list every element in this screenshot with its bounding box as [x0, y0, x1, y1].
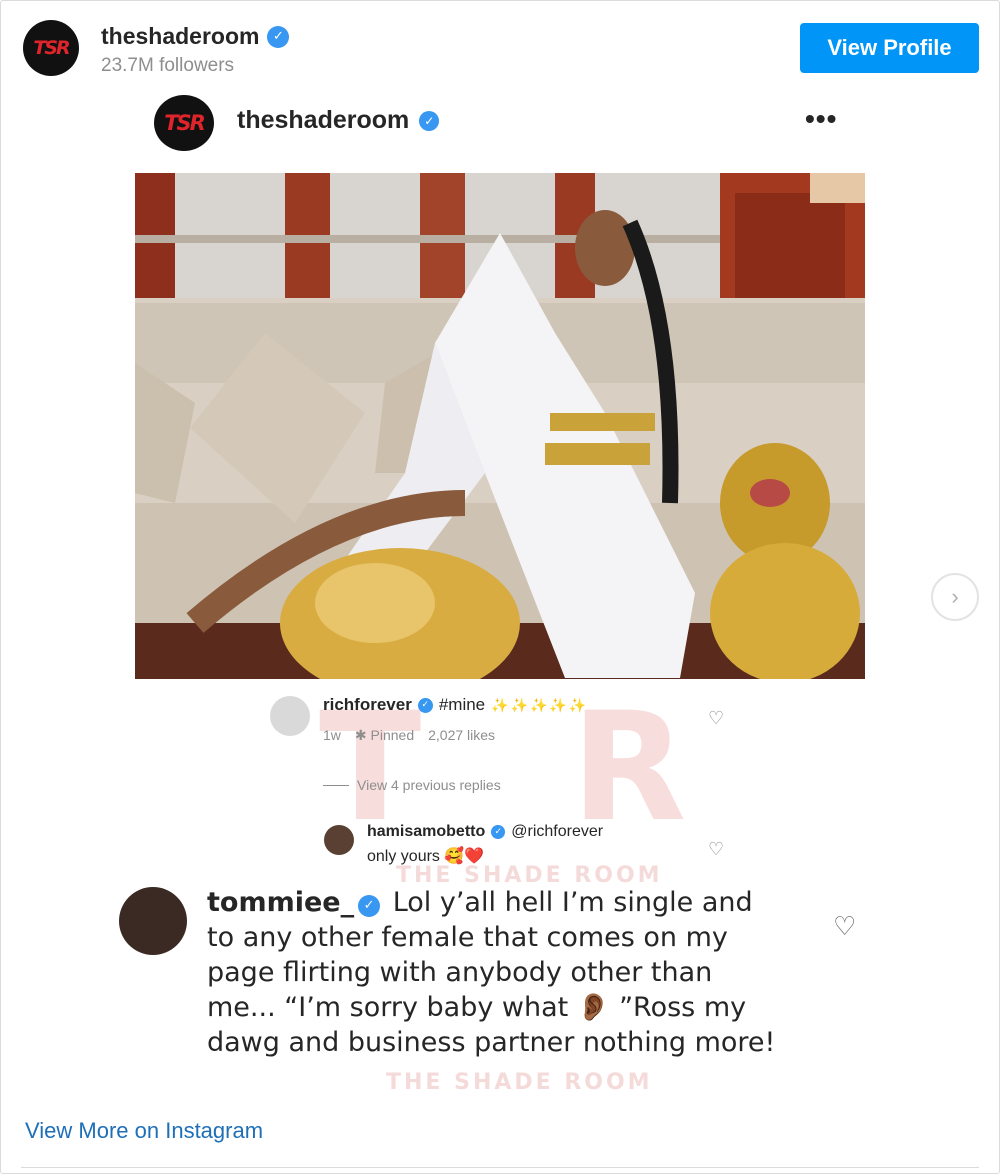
reply-line: hamisamobetto ✓ @richforever: [367, 823, 603, 841]
view-previous-replies[interactable]: View 4 previous replies: [323, 777, 501, 793]
heart-icon[interactable]: ♡: [708, 708, 724, 729]
view-profile-button[interactable]: View Profile: [800, 23, 979, 73]
ear-emoji: 👂🏾: [576, 992, 611, 1023]
reply-avatar[interactable]: [324, 825, 354, 855]
reply-text: only yours: [367, 848, 440, 865]
follower-count: 23.7M followers: [101, 55, 235, 76]
tsr-logo: TSR: [33, 37, 70, 59]
photo-illustration: [135, 173, 865, 679]
view-more-on-instagram-link[interactable]: View More on Instagram: [25, 1118, 263, 1144]
profile-avatar[interactable]: TSR: [23, 20, 79, 76]
view-replies-label: View 4 previous replies: [357, 777, 501, 793]
tsr-logo: TSR: [164, 111, 206, 135]
reply-mention[interactable]: @richforever: [511, 823, 603, 841]
post-username[interactable]: theshaderoom: [237, 106, 409, 135]
comment-text: #mine: [438, 695, 486, 714]
reply-username[interactable]: hamisamobetto: [367, 823, 485, 841]
comment-line: richforever ✓ #mine ✨✨✨✨✨: [323, 695, 588, 715]
comment-avatar[interactable]: [119, 887, 187, 955]
comment-username[interactable]: richforever: [323, 695, 412, 715]
more-options-icon[interactable]: •••: [805, 103, 837, 135]
profile-name-row: theshaderoom ✓: [101, 23, 290, 50]
sparkles-emoji: ✨✨✨✨✨: [491, 696, 589, 713]
comment-avatar[interactable]: [270, 696, 310, 736]
next-slide-button[interactable]: ›: [931, 573, 979, 621]
comment-username[interactable]: tommiee_: [207, 887, 354, 918]
heart-icon[interactable]: ♡: [708, 839, 724, 860]
comment-likes[interactable]: 2,027 likes: [428, 727, 495, 744]
pin-icon: ✱: [354, 727, 367, 743]
heart-icon[interactable]: ♡: [833, 911, 856, 942]
pinned-label: ✱ Pinned: [354, 727, 415, 743]
verified-badge-icon: ✓: [491, 825, 506, 839]
instagram-embed: TSR theshaderoom ✓ 23.7M followers View …: [0, 0, 1000, 1174]
post-author-row: theshaderoom ✓: [237, 106, 440, 135]
post-avatar[interactable]: TSR: [154, 95, 214, 151]
verified-badge-icon: ✓: [419, 110, 440, 131]
reply-text-line: only yours 🥰❤️: [367, 846, 484, 866]
verified-badge-icon: ✓: [358, 894, 381, 917]
watermark-text: THE SHADE ROOM: [386, 1070, 653, 1095]
footer-divider: [21, 1167, 979, 1168]
verified-badge-icon: ✓: [267, 25, 290, 48]
comment-body: tommiee_ ✓ Lol y’all hell I’m single and …: [207, 885, 787, 1060]
comment-age: 1w: [323, 727, 341, 743]
verified-badge-icon: ✓: [417, 697, 433, 713]
post-photo[interactable]: [135, 173, 865, 679]
replies-divider: [323, 784, 349, 786]
comment-meta: 1w ✱ Pinned 2,027 likes: [323, 727, 495, 744]
reply-emoji: 🥰❤️: [444, 848, 485, 865]
profile-username[interactable]: theshaderoom: [101, 23, 259, 50]
chevron-right-icon: ›: [951, 584, 959, 609]
